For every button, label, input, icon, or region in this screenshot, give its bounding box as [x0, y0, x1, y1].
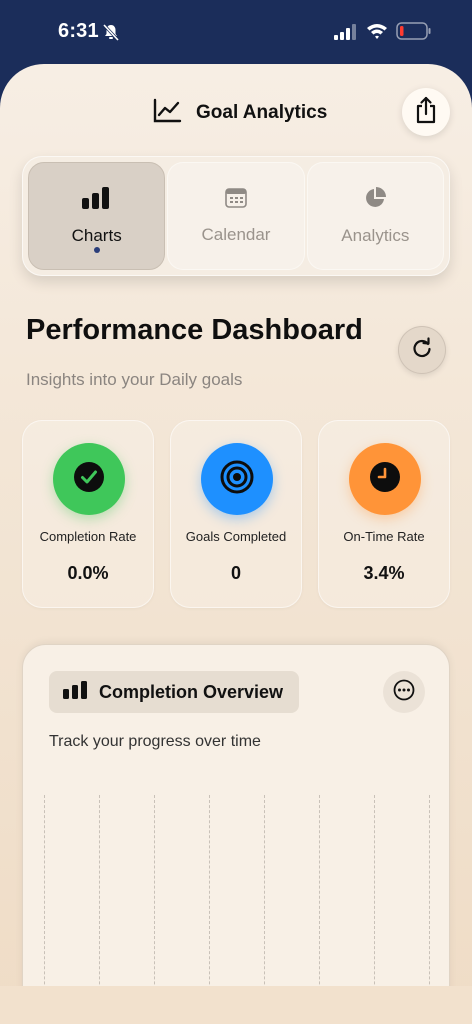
calendar-icon — [225, 187, 247, 213]
stat-label: On-Time Rate — [343, 529, 425, 544]
chart-title: Completion Overview — [99, 681, 284, 702]
ellipsis-circle-icon — [393, 679, 415, 706]
page-subtitle: Insights into your Daily goals — [26, 370, 243, 389]
chart-title-pill: Completion Overview — [49, 671, 299, 713]
share-button[interactable] — [402, 88, 450, 136]
header: Goal Analytics — [152, 98, 327, 128]
bar-chart-icon — [63, 680, 89, 704]
stat-card-goals-completed[interactable]: Goals Completed 0 — [170, 420, 302, 608]
app-sheet: Goal Analytics Charts Calendar Analytics… — [0, 64, 472, 1024]
tab-calendar-label: Calendar — [201, 224, 271, 244]
share-icon — [414, 96, 438, 129]
status-bar: 6:31 — [0, 0, 472, 62]
goals-completed-badge — [201, 443, 273, 515]
completion-rate-badge — [53, 443, 125, 515]
stat-value: 0.0% — [67, 563, 109, 583]
refresh-icon — [411, 336, 433, 364]
on-time-rate-badge — [349, 443, 421, 515]
more-options-button[interactable] — [383, 671, 425, 713]
wifi-icon — [366, 22, 388, 45]
stat-card-on-time-rate[interactable]: On-Time Rate 3.4% — [318, 420, 450, 608]
tab-charts-label: Charts — [71, 225, 122, 245]
stat-value: 0 — [230, 563, 241, 583]
stat-value: 3.4% — [363, 563, 405, 583]
active-tab-indicator — [93, 247, 100, 253]
pie-chart-icon — [364, 186, 387, 214]
checkmark-icon — [73, 461, 105, 498]
stat-label: Completion Rate — [39, 529, 137, 544]
line-chart-icon — [152, 98, 182, 129]
battery-icon — [396, 22, 432, 45]
tab-charts[interactable]: Charts — [28, 162, 166, 270]
refresh-button[interactable] — [398, 326, 446, 374]
view-tabs: Charts Calendar Analytics — [22, 156, 450, 276]
bottom-bar — [0, 986, 472, 1024]
stat-card-completion-rate[interactable]: Completion Rate 0.0% — [22, 420, 154, 608]
target-icon — [220, 460, 254, 499]
chart-subtitle: Track your progress over time — [49, 733, 261, 750]
bar-chart-icon — [81, 186, 112, 214]
completion-overview-card: Completion Overview Track your progress … — [22, 644, 450, 1024]
tab-analytics-label: Analytics — [341, 225, 410, 245]
stat-label: Goals Completed — [185, 529, 287, 544]
tab-calendar[interactable]: Calendar — [167, 162, 305, 270]
tab-analytics[interactable]: Analytics — [306, 162, 444, 270]
page-title: Performance Dashboard — [26, 314, 363, 346]
status-time: 6:31 — [58, 20, 99, 42]
clock-icon — [369, 461, 401, 498]
header-title: Goal Analytics — [196, 102, 328, 123]
cellular-signal-icon — [334, 24, 358, 45]
bell-off-icon — [102, 23, 120, 46]
